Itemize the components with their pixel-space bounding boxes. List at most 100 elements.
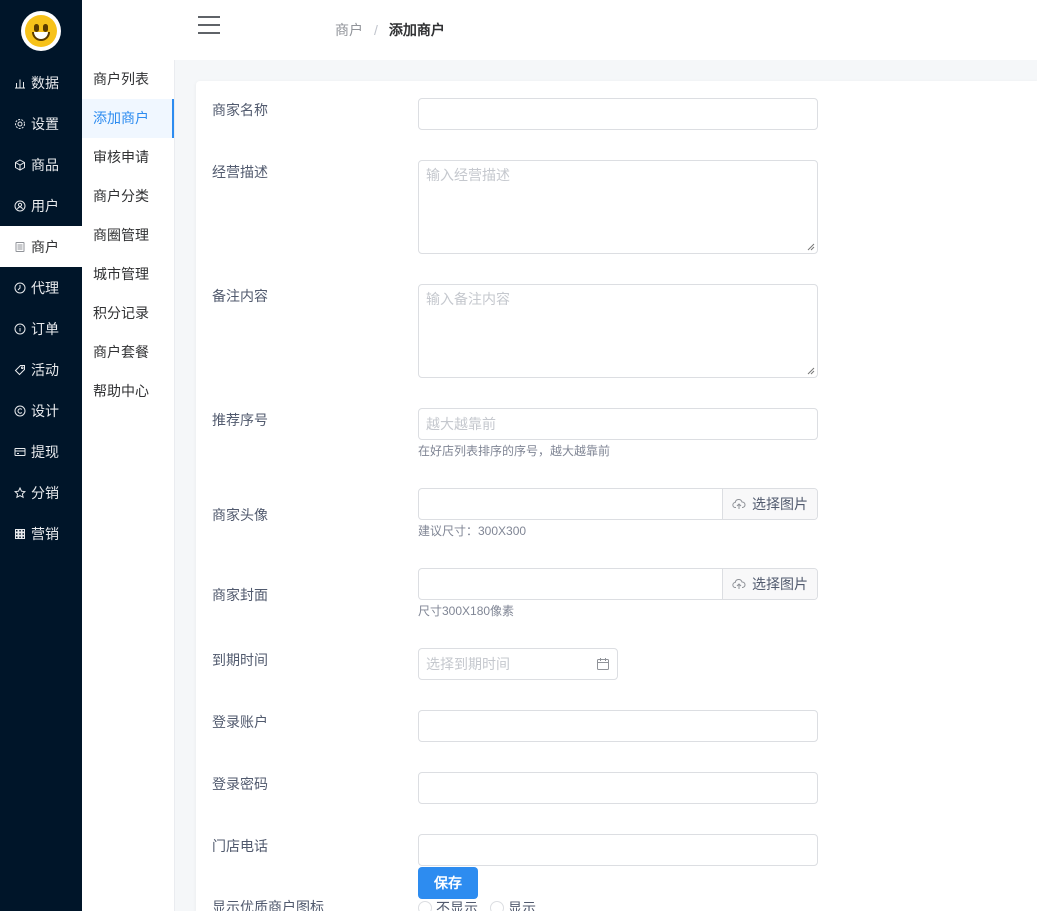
nav-label: 数据 [31,74,59,91]
sub-menu: 商户列表 添加商户 审核申请 商户分类 商圈管理 城市管理 积分记录 商户套餐 … [82,60,175,911]
description-textarea[interactable] [418,160,818,254]
nav-item-activities[interactable]: 活动 [0,349,82,390]
grid-icon [14,528,26,540]
nav-label: 订单 [31,320,59,337]
nav-label: 代理 [31,279,59,296]
breadcrumb-current: 添加商户 [388,22,445,38]
star-icon [14,486,26,499]
radio-hide[interactable]: 不显示 [418,898,478,911]
login-account-input[interactable] [418,710,818,742]
gear-icon [14,118,26,130]
remark-label: 备注内容 [212,288,268,304]
nav-label: 提现 [31,443,59,460]
radio-label: 不显示 [436,900,478,911]
smiley-logo-icon [21,11,61,51]
sort-number-input[interactable] [418,408,818,440]
avatar-help-text: 建议尺寸：300X300 [418,524,527,538]
submenu-item-add-merchant[interactable]: 添加商户 [82,99,174,138]
top-header: 商户 / 添加商户 [82,0,1037,60]
name-label: 商家名称 [212,102,268,118]
cover-url-field[interactable] [419,569,722,599]
submenu-item-categories[interactable]: 商户分类 [82,177,174,216]
phone-label: 门店电话 [212,838,268,854]
user-icon [14,200,26,212]
nav-item-data[interactable]: 数据 [0,62,82,103]
nav-label: 商户 [31,238,59,255]
quality-label: 显示优质商户图标 [212,899,324,911]
nav-label: 设置 [31,115,59,132]
store-phone-input[interactable] [418,834,818,866]
nav-item-marketing[interactable]: 营销 [0,513,82,554]
nav-label: 用户 [31,197,59,214]
avatar-upload: 选择图片 [418,488,818,520]
radio-label: 显示 [508,900,536,911]
account-label: 登录账户 [212,714,268,730]
document-icon [14,241,26,253]
remark-textarea[interactable] [418,284,818,378]
radio-circle [490,901,504,911]
calendar-icon [597,658,609,670]
radio-show[interactable]: 显示 [490,898,536,911]
breadcrumb: 商户 / 添加商户 [335,20,445,40]
resize-handle-icon[interactable] [807,367,815,375]
submenu-item-packages[interactable]: 商户套餐 [82,333,174,372]
breadcrumb-merchants[interactable]: 商户 [335,22,363,38]
button-label: 选择图片 [752,496,808,512]
nav-label: 分销 [31,484,59,501]
button-label: 选择图片 [752,576,808,592]
submenu-item-business-districts[interactable]: 商圈管理 [82,216,174,255]
sort-label: 推荐序号 [212,412,268,428]
submenu-item-merchant-list[interactable]: 商户列表 [82,60,174,99]
password-label: 登录密码 [212,776,268,792]
cloud-upload-icon [732,579,746,589]
expire-label: 到期时间 [212,652,268,668]
save-button[interactable]: 保存 [418,867,478,899]
logo[interactable] [0,0,82,62]
nav-item-design[interactable]: 设计 [0,390,82,431]
cover-label: 商家封面 [212,587,268,603]
nav-label: 设计 [31,402,59,419]
date-placeholder: 选择到期时间 [426,656,510,672]
breadcrumb-separator: / [374,22,378,38]
cover-select-image-button[interactable]: 选择图片 [722,569,817,599]
copyright-icon [14,405,26,417]
avatar-url-field[interactable] [419,489,722,519]
submenu-item-review[interactable]: 审核申请 [82,138,174,177]
resize-handle-icon[interactable] [807,243,815,251]
bar-chart-icon [14,77,26,89]
cover-help-text: 尺寸300X180像素 [418,604,515,618]
nav-item-users[interactable]: 用户 [0,185,82,226]
nav-item-merchants[interactable]: 商户 [0,226,82,267]
nav-item-orders[interactable]: 订单 [0,308,82,349]
clock-icon [14,282,26,294]
quality-radio-group: 不显示 显示 [418,898,548,911]
avatar-select-image-button[interactable]: 选择图片 [722,489,817,519]
nav-label: 营销 [31,525,59,542]
main-sidebar: 数据 设置 商品 用户 商户 代理 订单 活动 设计 提现 分销 营销 [0,0,82,911]
nav-item-agents[interactable]: 代理 [0,267,82,308]
nav-item-distribution[interactable]: 分销 [0,472,82,513]
submenu-item-help[interactable]: 帮助中心 [82,372,174,411]
submenu-item-cities[interactable]: 城市管理 [82,255,174,294]
description-label: 经营描述 [212,164,268,180]
card-icon [14,446,26,458]
radio-circle [418,901,432,911]
nav-item-products[interactable]: 商品 [0,144,82,185]
submenu-item-points[interactable]: 积分记录 [82,294,174,333]
nav-item-withdraw[interactable]: 提现 [0,431,82,472]
merchant-name-input[interactable] [418,98,818,130]
main-nav: 数据 设置 商品 用户 商户 代理 订单 活动 设计 提现 分销 营销 [0,62,82,554]
login-password-input[interactable] [418,772,818,804]
menu-toggle-icon[interactable] [198,16,222,36]
cover-upload: 选择图片 [418,568,818,600]
box-icon [14,158,26,171]
cloud-upload-icon [732,499,746,509]
nav-label: 活动 [31,361,59,378]
tag-icon [14,364,26,376]
expire-date-picker[interactable]: 选择到期时间 [418,648,618,680]
nav-label: 商品 [31,156,59,173]
sort-help-text: 在好店列表排序的序号，越大越靠前 [418,444,611,458]
nav-item-settings[interactable]: 设置 [0,103,82,144]
avatar-label: 商家头像 [212,507,268,523]
info-icon [14,323,26,335]
